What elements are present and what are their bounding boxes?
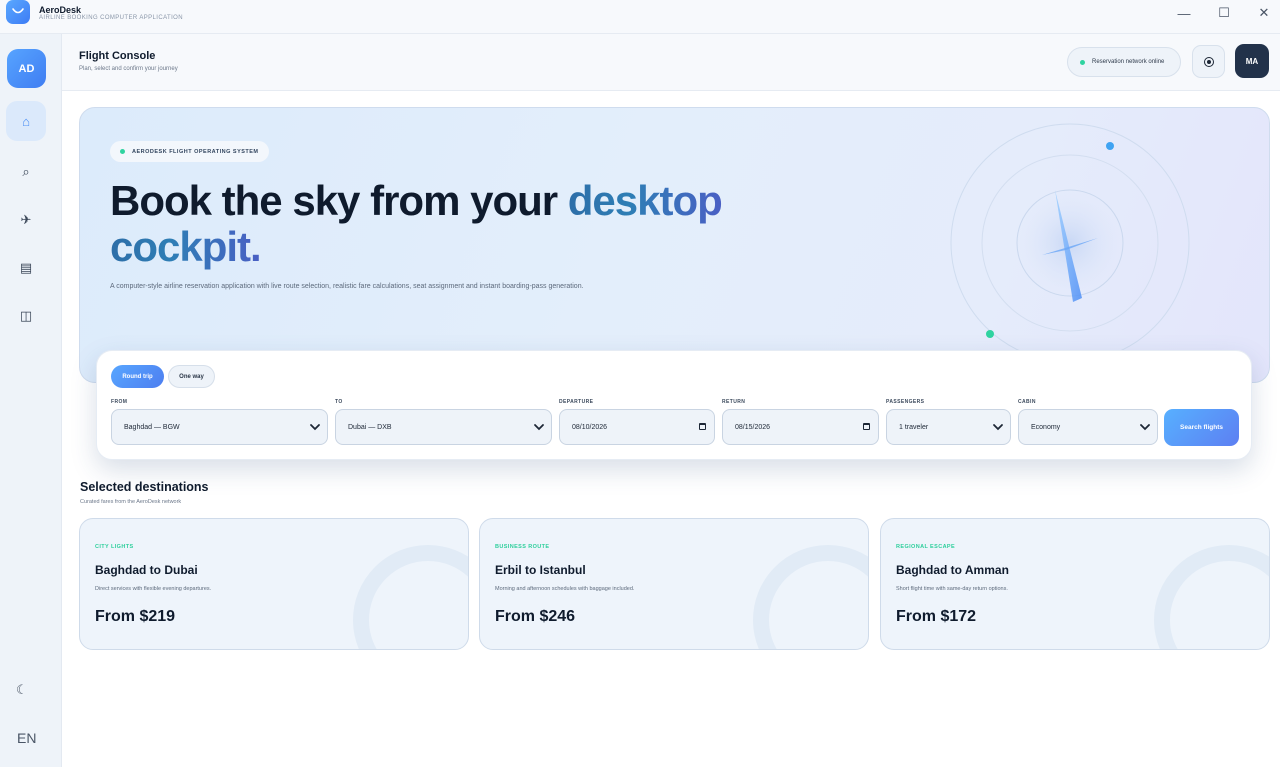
hero-description: A computer-style airline reservation app…	[110, 283, 584, 290]
record-button[interactable]	[1192, 45, 1225, 78]
tab-one-way[interactable]: One way	[168, 365, 215, 388]
destination-card[interactable]: REGIONAL ESCAPE Baghdad to Amman Short f…	[880, 518, 1270, 650]
from-value: Baghdad — BGW	[124, 423, 180, 431]
app-avatar[interactable]: AD	[7, 49, 46, 88]
page-subtitle: Plan, select and confirm your journey	[79, 66, 178, 72]
sidebar-item-home[interactable]: ⌂	[6, 101, 46, 141]
destination-tag: CITY LIGHTS	[95, 544, 134, 550]
destination-card[interactable]: BUSINESS ROUTE Erbil to Istanbul Morning…	[479, 518, 869, 650]
departure-value: 08/10/2026	[572, 423, 608, 431]
return-value: 08/15/2026	[735, 423, 771, 431]
moon-icon[interactable]: ☾	[16, 682, 28, 698]
hero-badge: AERODESK FLIGHT OPERATING SYSTEM	[110, 141, 269, 162]
destination-tag: BUSINESS ROUTE	[495, 544, 550, 550]
flight-search-form: Round trip One way FROM Baghdad — BGW TO…	[96, 350, 1252, 460]
maximize-button[interactable]: ☐	[1204, 0, 1244, 26]
from-select[interactable]: Baghdad — BGW	[111, 409, 328, 445]
airplane-icon: ✈	[20, 212, 32, 227]
hero-title: Book the sky from your desktop cockpit.	[110, 178, 810, 270]
passengers-select[interactable]: 1 traveler	[886, 409, 1011, 445]
minimize-button[interactable]: —	[1164, 0, 1204, 26]
record-icon	[1203, 56, 1214, 67]
calendar-icon	[699, 423, 706, 430]
cabin-value: Economy	[1031, 423, 1061, 431]
calendar-icon	[863, 423, 870, 430]
passengers-label: PASSENGERS	[886, 399, 925, 405]
badge-dot-icon	[120, 149, 125, 154]
sidebar-item-flights[interactable]: ✈	[6, 200, 46, 240]
hero-title-accent: desktop	[567, 177, 723, 224]
app-name: AeroDesk	[39, 5, 82, 15]
columns-icon: ◫	[19, 308, 33, 323]
destinations-subtitle: Curated fares from the AeroDesk network	[80, 499, 182, 505]
departure-date-input[interactable]: 08/10/2026	[559, 409, 715, 445]
chevron-down-icon	[993, 424, 1003, 431]
cabin-label: CABIN	[1018, 399, 1036, 405]
passengers-value: 1 traveler	[899, 423, 929, 431]
language-switch[interactable]: EN	[17, 730, 36, 746]
destination-card[interactable]: CITY LIGHTS Baghdad to Dubai Direct serv…	[79, 518, 469, 650]
chevron-down-icon	[310, 424, 320, 431]
app-logo-icon	[6, 0, 30, 24]
close-button[interactable]: ✕	[1244, 0, 1280, 26]
chevron-down-icon	[534, 424, 544, 431]
to-value: Dubai — DXB	[348, 423, 392, 431]
ring-decoration-icon	[353, 545, 468, 649]
sidebar: AD ⌂ ⌕ ✈ ▤ ◫ ☾ EN	[0, 34, 62, 767]
to-select[interactable]: Dubai — DXB	[335, 409, 552, 445]
hero-banner: AERODESK FLIGHT OPERATING SYSTEM Book th…	[79, 107, 1270, 383]
orbit-illustration-icon	[950, 123, 1190, 363]
return-date-input[interactable]: 08/15/2026	[722, 409, 879, 445]
destination-route: Erbil to Istanbul	[495, 563, 586, 577]
destination-description: Short flight time with same-day return o…	[896, 586, 1008, 592]
page-header: Flight Console Plan, select and confirm …	[62, 34, 1280, 91]
cabin-select[interactable]: Economy	[1018, 409, 1158, 445]
tab-round-trip[interactable]: Round trip	[111, 365, 164, 388]
search-icon: ⌕	[22, 164, 30, 179]
departure-label: DEPARTURE	[559, 399, 594, 405]
destinations-title: Selected destinations	[80, 480, 209, 494]
ring-decoration-icon	[1154, 545, 1269, 649]
home-icon: ⌂	[22, 113, 30, 129]
hero-title-main: Book the sky from your	[110, 177, 568, 224]
destination-price: From $246	[495, 608, 576, 625]
app-subtitle: AIRLINE BOOKING COMPUTER APPLICATION	[39, 15, 183, 21]
destination-price: From $172	[896, 608, 977, 625]
user-avatar[interactable]: MA	[1235, 44, 1269, 78]
destination-tag: REGIONAL ESCAPE	[896, 544, 956, 550]
network-status-text: Reservation network online	[1092, 59, 1165, 65]
destination-route: Baghdad to Amman	[896, 563, 1009, 577]
destination-description: Direct services with flexible evening de…	[95, 586, 212, 592]
sidebar-item-boarding[interactable]: ◫	[6, 296, 46, 336]
ring-decoration-icon	[753, 545, 868, 649]
title-bar: AeroDesk AIRLINE BOOKING COMPUTER APPLIC…	[0, 0, 1280, 34]
sidebar-item-search[interactable]: ⌕	[6, 152, 46, 192]
destination-description: Morning and afternoon schedules with bag…	[495, 586, 635, 592]
hero-badge-text: AERODESK FLIGHT OPERATING SYSTEM	[132, 148, 259, 155]
search-flights-button[interactable]: Search flights	[1164, 409, 1239, 446]
destination-price: From $219	[95, 608, 176, 625]
return-label: RETURN	[722, 399, 746, 405]
destination-route: Baghdad to Dubai	[95, 563, 198, 577]
status-dot-icon	[1080, 59, 1085, 65]
network-status-badge: Reservation network online	[1067, 47, 1181, 77]
list-icon: ▤	[19, 260, 33, 275]
to-label: TO	[335, 399, 343, 405]
chevron-down-icon	[1140, 424, 1150, 431]
sidebar-item-bookings[interactable]: ▤	[6, 248, 46, 288]
from-label: FROM	[111, 399, 128, 405]
page-title: Flight Console	[79, 50, 156, 62]
hero-title-accent-2: cockpit.	[110, 223, 262, 270]
